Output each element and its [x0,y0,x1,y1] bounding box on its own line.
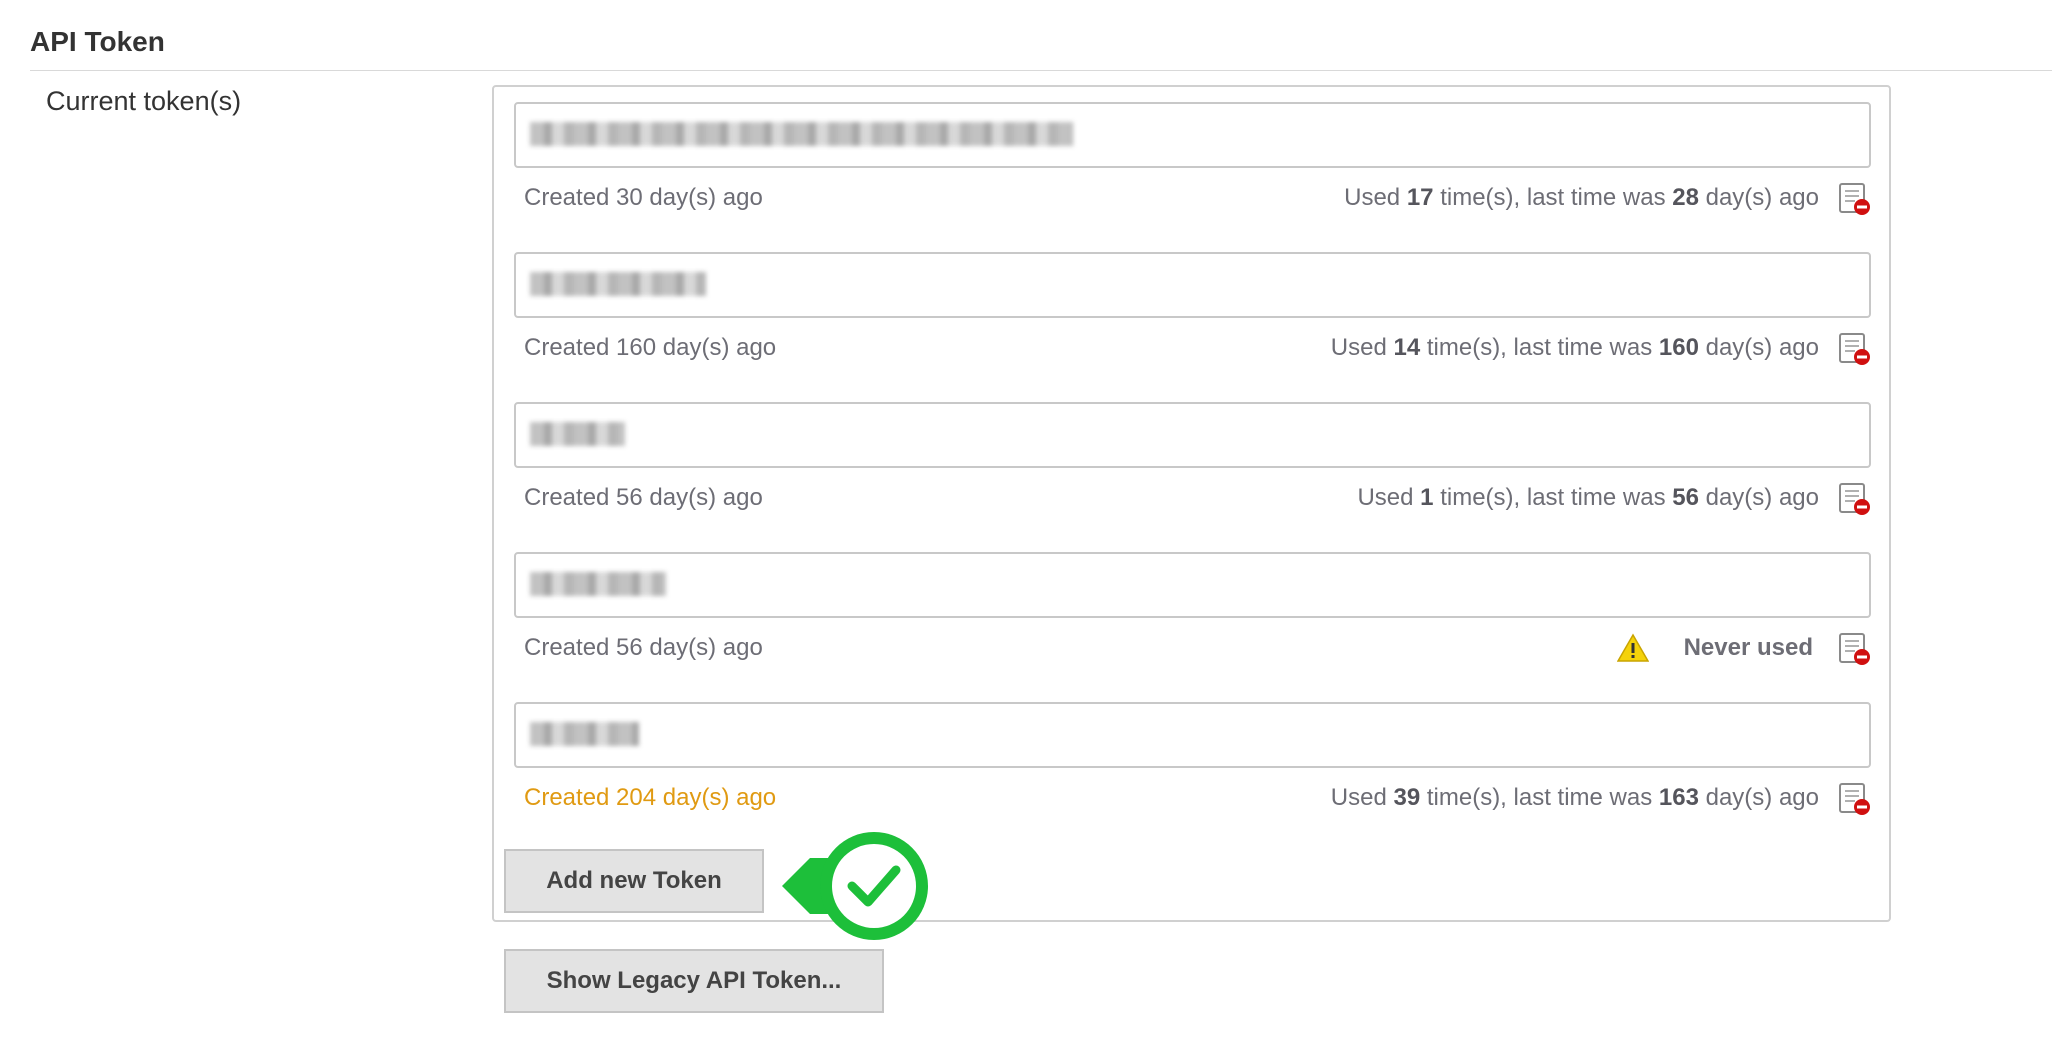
current-tokens-label: Current token(s) [46,86,242,116]
token-usage-text: Used 17 time(s), last time was 28 day(s)… [1344,184,1819,212]
never-used-label: Never used [1683,634,1813,661]
token-meta-row: Created 160 day(s) ago Used 14 time(s), l… [524,330,1871,370]
usage-text: Used [1344,184,1407,211]
usage-text: time(s), last time was [1433,184,1673,211]
redacted-token-name [530,272,706,296]
usage-text: Used [1357,484,1421,511]
last-used-days: 56 [1672,484,1699,511]
revoke-token-icon[interactable] [1837,782,1871,816]
usage-count: 17 [1406,184,1434,211]
usage-text: day(s) ago [1698,184,1819,211]
usage-text: day(s) ago [1698,784,1819,811]
show-legacy-token-button[interactable]: Show Legacy API Token... [504,949,884,1013]
usage-text: day(s) ago [1698,484,1819,511]
add-new-token-button[interactable]: Add new Token [504,849,764,913]
revoke-token-icon[interactable] [1837,632,1871,666]
revoke-token-icon[interactable] [1837,182,1871,216]
usage-text: time(s), last time was [1420,784,1659,811]
token-name-field[interactable] [514,552,1871,618]
token-name-field[interactable] [514,102,1871,168]
success-check-icon [782,832,928,940]
redacted-token-name [530,122,1073,146]
token-meta-row: Created 56 day(s) ago Never used [524,630,1871,670]
last-used-days: 160 [1658,334,1699,361]
revoke-token-icon[interactable] [1837,332,1871,366]
token-meta-row: Created 30 day(s) ago Used 17 time(s), la… [524,180,1871,220]
redacted-token-name [530,422,625,446]
usage-text: time(s), last time was [1433,484,1673,511]
token-name-field[interactable] [514,402,1871,468]
revoke-token-icon[interactable] [1837,482,1871,516]
usage-text: Used [1330,784,1394,811]
redacted-token-name [530,572,666,596]
usage-text: time(s), last time was [1420,334,1659,361]
token-usage-text: Used 39 time(s), last time was 163 day(s… [1331,784,1819,812]
last-used-days: 28 [1672,184,1699,211]
usage-count: 1 [1420,484,1434,511]
token-usage-text: Used 14 time(s), last time was 160 day(s… [1331,334,1819,362]
token-created-text: Created 204 day(s) ago [524,784,777,811]
usage-count: 39 [1393,784,1421,811]
warning-icon [1616,633,1650,663]
token-created-text: Created 30 day(s) ago [524,184,763,211]
section-divider [30,70,2052,71]
token-meta-row: Created 56 day(s) ago Used 1 time(s), las… [524,480,1871,520]
usage-text: Used [1330,334,1394,361]
token-name-field[interactable] [514,702,1871,768]
token-created-text: Created 160 day(s) ago [524,334,777,361]
token-usage-text: Used 1 time(s), last time was 56 day(s) … [1357,484,1819,512]
token-created-text: Created 56 day(s) ago [524,484,763,511]
token-created-text: Created 56 day(s) ago [524,634,763,661]
usage-count: 14 [1393,334,1421,361]
token-name-field[interactable] [514,252,1871,318]
section-title: API Token [30,26,165,57]
last-used-days: 163 [1658,784,1699,811]
token-meta-row: Created 204 day(s) ago Used 39 time(s), l… [524,780,1871,820]
usage-text: day(s) ago [1698,334,1819,361]
redacted-token-name [530,722,639,746]
